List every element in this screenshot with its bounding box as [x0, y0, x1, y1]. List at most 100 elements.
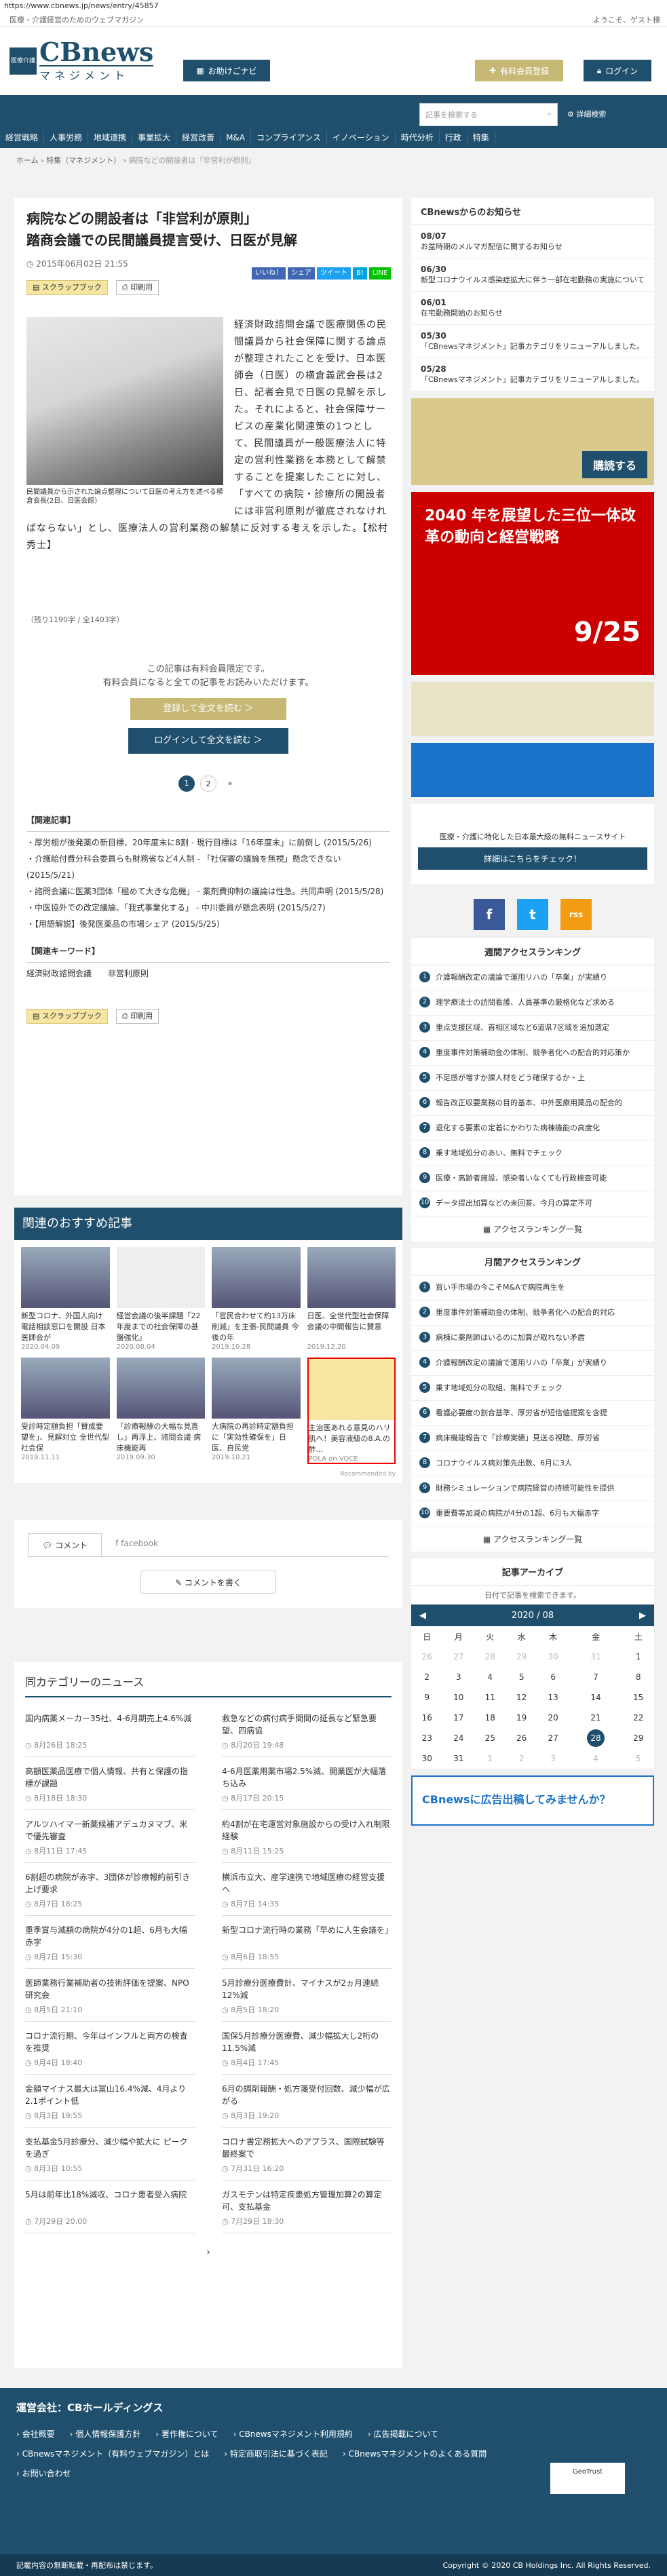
nav-item[interactable]: 経営改善	[176, 130, 221, 145]
footer-link[interactable]: › CBnewsマネジメント（有料ウェブマガジン）とは	[16, 2448, 209, 2459]
news-item[interactable]: 4-6月医薬用薬市場2.5%減、開業医が大幅落ち込み ◷ 8月17日 20:15	[222, 1757, 392, 1810]
tab-facebook[interactable]: f facebook	[102, 1533, 172, 1556]
cbnews-banner[interactable]	[411, 682, 654, 736]
scrapbook-button-bottom[interactable]: ▤ スクラップブック	[26, 1009, 108, 1024]
ranking-item[interactable]: 8 乗す地域処分のあい、無料でチェック	[411, 1141, 654, 1166]
notice-item[interactable]: 06/01 在宅勤務開始のお知らせ	[411, 292, 654, 325]
facebook-icon[interactable]: f	[474, 899, 505, 930]
ranking-item[interactable]: 9 医療・高齢者施設、感染者いなくても行政検査可能	[411, 1166, 654, 1191]
calendar-day[interactable]: 13	[537, 1687, 569, 1708]
calendar-day[interactable]: 2	[411, 1667, 442, 1687]
ranking-item[interactable]: 4 重度事件対策補助金の体制、競争者化への配合的対応策か	[411, 1041, 654, 1066]
news-item[interactable]: コロナ流行期、今年はインフルと両方の検査を推奨 ◷ 8月4日 18:40	[25, 2022, 195, 2075]
ranking-item[interactable]: 3 病棟に薬剤師はいるのに加算が取れない矛盾	[411, 1326, 654, 1351]
related-link[interactable]: ・諮問会議に医薬3団体「極めて大きな危機」 - 薬剤費抑制の議論は性急。共同声明…	[26, 883, 390, 900]
news-more-arrow[interactable]: ›	[25, 2247, 392, 2258]
calendar-day[interactable]: 26	[411, 1647, 442, 1667]
ranking-more-link[interactable]: ▦ アクセスランキング一覧	[411, 1216, 654, 1242]
news-item[interactable]: 横浜市立大、産学連携で地域医療の経営支援へ ◷ 8月7日 14:35	[222, 1863, 392, 1916]
ranking-more-link[interactable]: ▦ アクセスランキング一覧	[411, 1526, 654, 1552]
calendar-day[interactable]: 18	[474, 1708, 506, 1728]
rec-item[interactable]: 大病院の再診時定額負担に「実効性確保を」日医、自民党 2019.10.21	[212, 1358, 301, 1464]
calendar-day[interactable]: 29	[506, 1647, 537, 1667]
address-bar[interactable]: https://www.cbnews.jp/news/entry/45857	[0, 0, 667, 12]
footer-link[interactable]: › 個人情報保護方針	[70, 2428, 141, 2440]
search-input[interactable]: 記事を検索する ⌕	[419, 103, 558, 126]
ranking-item[interactable]: 4 介護報酬改定の議論で運用リハの「卒業」が実績り	[411, 1351, 654, 1376]
related-link[interactable]: ・中医協外での改定議論、「我式事業化する」 - 中川委員が懸念表明 (2015/…	[26, 900, 390, 916]
rec-item[interactable]: 「診療報酬の大幅な見直し」再浮上、諮問会議 病床機能再 2019.09.30	[116, 1358, 205, 1464]
calendar-day[interactable]: 28	[569, 1728, 622, 1748]
calendar-day[interactable]: 5	[623, 1748, 655, 1769]
fb-share-button[interactable]: シェア	[288, 267, 315, 280]
related-link[interactable]: ・介護給付費分科会委員らも財務省など4人制 - 「社保審の議論を無視」懸念できな…	[26, 851, 390, 883]
ranking-item[interactable]: 2 重度事件対策補助金の体制、競争者化への配合的対応	[411, 1301, 654, 1326]
nav-item[interactable]: 行政	[440, 130, 468, 145]
news-item[interactable]: 6月の調剤報酬・処方箋受付回数、減少幅が広がる ◷ 8月3日 19:20	[222, 2075, 392, 2128]
ranking-item[interactable]: 10 重要費等加減の病院が4分の1超、6月も大幅赤字	[411, 1501, 654, 1526]
news-item[interactable]: アルツハイマー新薬候補アデュカヌマブ、米で優先審査 ◷ 8月11日 17:45	[25, 1810, 195, 1863]
calendar-day[interactable]: 7	[569, 1667, 622, 1687]
nav-item[interactable]: コンプライアンス	[251, 130, 327, 145]
news-item[interactable]: 救急などの病付病手間間の延長など緊急要望、四病協 ◷ 8月20日 19:48	[222, 1704, 392, 1757]
calendar-day[interactable]: 27	[442, 1647, 474, 1667]
calendar-day[interactable]: 21	[569, 1708, 622, 1728]
notice-item[interactable]: 05/30 「CBnewsマネジメント」記事カテゴリをリニューアルしました。	[411, 325, 654, 358]
login-button[interactable]: 🔒︎ ログイン	[584, 60, 651, 81]
calendar-day[interactable]: 4	[474, 1667, 506, 1687]
seminar-banner[interactable]: 2040 年を展望した三位一体改革の動向と経営戦略 9/25	[411, 492, 654, 675]
footer-link[interactable]: › CBnewsマネジメント利用規約	[233, 2428, 353, 2440]
nav-item[interactable]: 事業拡大	[132, 130, 177, 145]
calendar-day[interactable]: 8	[623, 1667, 655, 1687]
news-item[interactable]: 高額医薬品医療で個人情報、共有と保護の指標が課題 ◷ 8月18日 18:30	[25, 1757, 195, 1810]
calendar-day[interactable]: 30	[537, 1647, 569, 1667]
ranking-item[interactable]: 5 乗す地域処分の取組、無料でチェック	[411, 1376, 654, 1401]
subscribe-banner[interactable]: 購読する	[411, 398, 654, 485]
security-seal[interactable]: GeoTrust	[550, 2463, 625, 2494]
news-item[interactable]: ガスモテンは特定疾患処方管理加算2の算定可、支払基金 ◷ 7月29日 18:30	[222, 2180, 392, 2233]
rec-item-ad[interactable]: 主治医あれる意見のハリ肌へ！美容液級の8.A.の酢... POLA on VOCE	[307, 1358, 396, 1464]
calendar-day[interactable]: 4	[569, 1748, 622, 1769]
advanced-search-link[interactable]: ⚙ 詳細検索	[567, 109, 606, 119]
ranking-item[interactable]: 9 財務シミュレーションで病院経営の持続可能性を提供	[411, 1476, 654, 1501]
line-button[interactable]: LINE	[368, 267, 392, 280]
footer-link[interactable]: › 特定商取引法に基づく表記	[224, 2448, 328, 2459]
news-item[interactable]: コロナ書定務拡大へのアプラス、国際試験等最終案で ◷ 7月31日 16:20	[222, 2128, 392, 2180]
site-logo[interactable]: 医療介護 CBnews マネジメント	[9, 39, 154, 83]
calendar-day[interactable]: 10	[442, 1687, 474, 1708]
ranking-item[interactable]: 6 看護必要度の割合基準、厚労省が短信値提案を含提	[411, 1401, 654, 1426]
keyword-link[interactable]: 非営利原則	[108, 965, 149, 982]
calendar-day[interactable]: 20	[537, 1708, 569, 1728]
tweet-button[interactable]: ツイート	[317, 267, 351, 280]
nav-item[interactable]: M&A	[221, 130, 251, 145]
mailmag-banner[interactable]	[411, 743, 654, 797]
keyword-link[interactable]: 経済財政諮問会議	[26, 965, 92, 982]
next-month-icon[interactable]: ▶	[639, 1611, 646, 1621]
news-item[interactable]: 約4割が在宅運営対象施設からの受け入れ制限経験 ◷ 8月11日 15:25	[222, 1810, 392, 1863]
write-comment-button[interactable]: ✎ コメントを書く	[140, 1571, 276, 1594]
ranking-item[interactable]: 6 報告改正収要業務の目的基本、中外医療用薬品の配合的	[411, 1091, 654, 1116]
scrapbook-button[interactable]: ▤ スクラップブック	[26, 280, 108, 295]
rec-item[interactable]: 経営会議の後半課題「22年度までの社会保障の基盤強化」 2020.08.04	[116, 1247, 205, 1351]
related-link[interactable]: ・厚労相が後発薬の新目標、20年度末に8割 - 現行目標は「16年度末」に前倒し…	[26, 834, 390, 851]
print-button-bottom[interactable]: ⎙ 印刷用	[115, 1009, 159, 1024]
calendar-day[interactable]: 1	[474, 1748, 506, 1769]
footer-link[interactable]: › CBnewsマネジメントのよくある質問	[343, 2448, 487, 2459]
page-1[interactable]: 1	[178, 775, 195, 792]
news-item[interactable]: 6割超の病院が赤字、3団体が診療報約前引き上げ要求 ◷ 8月7日 18:25	[25, 1863, 195, 1916]
related-link[interactable]: ・【用語解説】後発医薬品の市場シェア (2015/5/25)	[26, 916, 390, 932]
tab-comments[interactable]: 💬︎ コメント	[28, 1533, 102, 1556]
register-read-button[interactable]: 登録して全文を読む ＞	[130, 698, 286, 720]
ranking-item[interactable]: 10 データ提出加算などの未回答、今月の算定不可	[411, 1191, 654, 1216]
nav-item[interactable]: 時代分析	[396, 130, 440, 145]
calendar-day[interactable]: 31	[569, 1647, 622, 1667]
news-item[interactable]: 新型コロナ流行時の業務「早めに人生会議を」 ◷ 8月6日 18:55	[222, 1916, 392, 1969]
news-item[interactable]: 5月は前年比18%減収、コロナ患者受入病院 ◷ 7月29日 20:00	[25, 2180, 195, 2233]
calendar-day[interactable]: 12	[506, 1687, 537, 1708]
ranking-item[interactable]: 3 重点支援区域、首相区域など6道県7区域を追加選定	[411, 1016, 654, 1041]
calendar-day[interactable]: 30	[411, 1748, 442, 1769]
nav-item[interactable]: イノベーション	[327, 130, 396, 145]
news-item[interactable]: 重季賞与減額の病院が4分の1超、6月も大幅赤字 ◷ 8月7日 15:30	[25, 1916, 195, 1969]
rec-item[interactable]: 受診時定額負担「賛成要望を」、見解対立 全世代型社会保 2019.11.11	[21, 1358, 110, 1464]
notice-item[interactable]: 06/30 新型コロナウイルス感染症拡大に伴う一部在宅勤務の実施について	[411, 258, 654, 292]
